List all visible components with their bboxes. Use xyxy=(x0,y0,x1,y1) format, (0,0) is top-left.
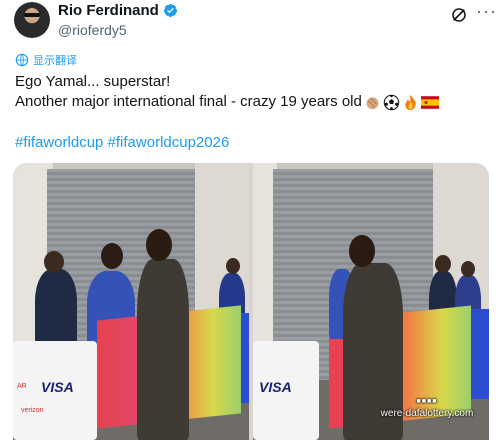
verified-badge-icon xyxy=(163,3,177,18)
person-head xyxy=(349,235,375,267)
more-icon[interactable]: ··· xyxy=(476,2,498,24)
tweet-text-line-2-text: Another major international final - craz… xyxy=(15,93,362,110)
visa-logo: VISA xyxy=(41,379,74,395)
fire-icon xyxy=(405,94,416,110)
person-figure xyxy=(35,269,77,349)
banner-text: AR xyxy=(17,383,27,390)
person-head xyxy=(226,258,240,274)
translate-link[interactable]: 显示翻译 xyxy=(15,52,77,68)
hashtags[interactable]: #fifaworldcup #fifaworldcup2026 xyxy=(15,133,229,153)
person-head xyxy=(461,261,475,277)
watermark: ■■■■ were-dafalottery.com xyxy=(372,396,482,420)
translate-label[interactable]: 显示翻译 xyxy=(33,52,77,68)
author-handle[interactable]: @rioferdy5 xyxy=(58,22,127,38)
person-head xyxy=(146,229,172,261)
tweet-header: Rio Ferdinand @rioferdy5 ··· xyxy=(12,0,496,44)
grok-icon[interactable] xyxy=(450,6,468,24)
watermark-logo: ■■■■ xyxy=(416,398,438,405)
banner-text: verizon xyxy=(21,407,44,414)
author-name[interactable]: Rio Ferdinand xyxy=(58,2,159,19)
advertising-board xyxy=(241,313,249,403)
tweet-text-line-2: Another major international final - craz… xyxy=(15,92,439,112)
spain-flag-icon xyxy=(420,95,439,109)
photo-1[interactable]: VISA AR verizon xyxy=(13,163,249,440)
soccer-ball-icon xyxy=(383,94,400,110)
author-name-row[interactable]: Rio Ferdinand xyxy=(58,2,178,19)
avatar[interactable] xyxy=(14,2,50,38)
person-head xyxy=(44,251,64,273)
globe-icon xyxy=(15,53,29,67)
watermark-site: were-dafalottery.com xyxy=(380,408,474,419)
visa-logo: VISA xyxy=(259,379,292,395)
advertising-board xyxy=(471,309,489,399)
clapping-hands-icon xyxy=(366,96,379,109)
person-head xyxy=(101,243,123,269)
person-head xyxy=(435,255,451,273)
tweet-text-line-1: Ego Yamal... superstar! xyxy=(15,73,171,90)
person-figure xyxy=(137,259,189,440)
